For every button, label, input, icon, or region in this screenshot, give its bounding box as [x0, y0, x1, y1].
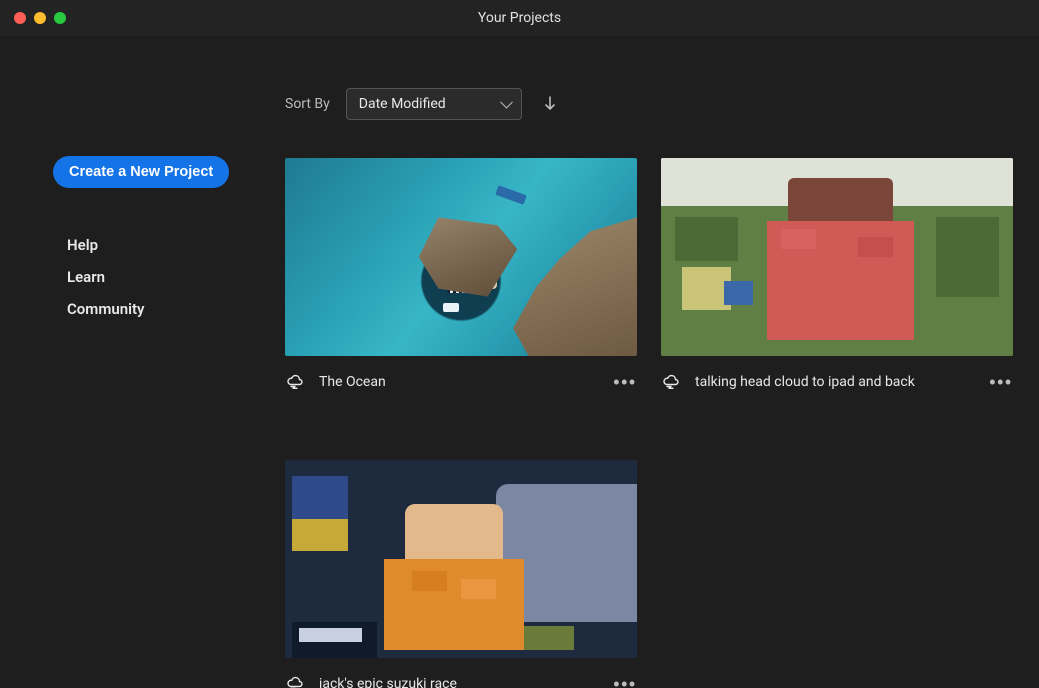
cloud-sync-icon: [285, 374, 305, 390]
project-thumbnail[interactable]: [661, 158, 1013, 356]
sidebar-link-help[interactable]: Help: [67, 236, 285, 254]
project-card: talking head cloud to ipad and back •••: [661, 158, 1013, 394]
window-maximize-button[interactable]: [54, 12, 66, 24]
window-title: Your Projects: [0, 10, 1039, 26]
sidebar-links: Help Learn Community: [53, 236, 285, 318]
project-title: The Ocean: [319, 374, 599, 390]
window-close-button[interactable]: [14, 12, 26, 24]
sort-direction-button[interactable]: [538, 92, 562, 116]
sidebar-link-learn[interactable]: Learn: [67, 268, 285, 286]
project-thumbnail[interactable]: [285, 460, 637, 658]
window-minimize-button[interactable]: [34, 12, 46, 24]
titlebar: Your Projects: [0, 0, 1039, 36]
sort-bar: Sort By Date Modified: [285, 88, 1013, 120]
project-more-button[interactable]: •••: [613, 370, 637, 394]
cloud-sync-icon: [285, 676, 305, 688]
project-more-button[interactable]: •••: [989, 370, 1013, 394]
project-title: talking head cloud to ipad and back: [695, 374, 975, 390]
projects-grid: The Ocean •••: [285, 158, 1013, 688]
sidebar: Create a New Project Help Learn Communit…: [0, 36, 285, 688]
main-panel: Sort By Date Modified: [285, 36, 1039, 688]
project-thumbnail[interactable]: [285, 158, 637, 356]
sort-by-selected-value: Date Modified: [359, 96, 446, 112]
project-card: jack's epic suzuki race •••: [285, 460, 637, 688]
cloud-sync-icon: [661, 374, 681, 390]
project-card: The Ocean •••: [285, 158, 637, 394]
create-new-project-button[interactable]: Create a New Project: [53, 156, 229, 188]
sort-by-label: Sort By: [285, 96, 330, 112]
sidebar-link-community[interactable]: Community: [67, 300, 285, 318]
arrow-down-icon: [542, 95, 558, 113]
window-controls: [0, 12, 66, 24]
project-title: jack's epic suzuki race: [319, 676, 599, 688]
project-more-button[interactable]: •••: [613, 672, 637, 688]
sort-by-select[interactable]: Date Modified: [346, 88, 522, 120]
